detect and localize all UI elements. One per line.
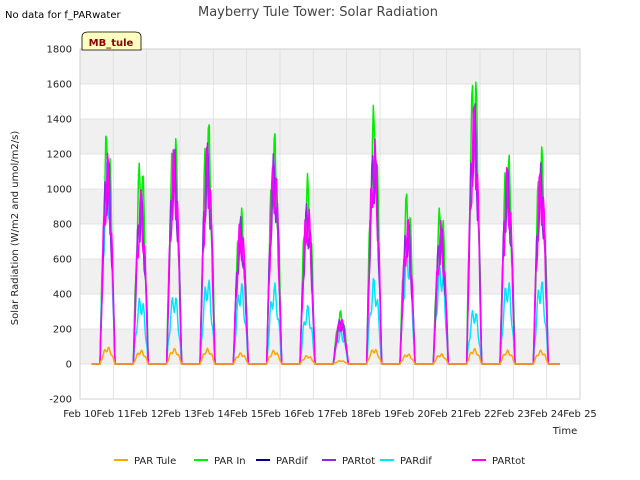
x-tick-label: Feb 12 (130, 409, 164, 420)
chart-title: Mayberry Tule Tower: Solar Radiation (198, 5, 438, 20)
legend: PAR Tule PAR In PARdif PARtot PARdif PARtot (114, 456, 525, 467)
x-tick-label: Feb 19 (363, 409, 397, 420)
legend-item: PARtot (322, 456, 375, 467)
x-tick-label: Feb 21 (430, 409, 464, 420)
y-tick-label: 1600 (47, 80, 72, 91)
x-tick-label: Feb 10 (63, 409, 97, 420)
x-tick-label: Feb 25 (563, 409, 597, 420)
legend-label: PAR Tule (134, 456, 176, 467)
site-badge: MB_tule (81, 31, 142, 51)
legend-item: PARdif (380, 456, 432, 467)
x-axis-label: Time (552, 426, 577, 437)
background-band (80, 49, 580, 84)
x-tick-label: Feb 15 (230, 409, 264, 420)
background-band (80, 119, 580, 154)
solar-radiation-chart: No data for f_PARwater Mayberry Tule Tow… (5, 5, 597, 467)
y-tick-label: 1200 (47, 150, 72, 161)
y-tick-label: 1000 (47, 185, 72, 196)
legend-item: PARtot (472, 456, 525, 467)
legend-label: PARtot (342, 456, 375, 467)
x-tick-label: Feb 16 (263, 409, 297, 420)
legend-item: PARdif (256, 456, 308, 467)
y-tick-label: 0 (66, 360, 72, 371)
x-tick-label: Feb 23 (497, 409, 531, 420)
legend-label: PARdif (276, 456, 308, 467)
y-tick-label: 1800 (47, 45, 72, 56)
plot-area: -200 0 200 400 600 800 1000 1200 1400 1600 1800 Feb… (47, 45, 597, 421)
x-tick-label: Feb 17 (297, 409, 331, 420)
y-tick-label: 600 (53, 255, 72, 266)
legend-item: PAR Tule (114, 456, 176, 467)
x-tick-label: Feb 24 (530, 409, 564, 420)
legend-label: PAR In (214, 456, 246, 467)
no-data-note: No data for f_PARwater (5, 10, 121, 21)
y-tick-label: 800 (53, 220, 72, 231)
x-tick-label: Feb 22 (463, 409, 497, 420)
y-tick-label: 1400 (47, 115, 72, 126)
background-band (80, 329, 580, 364)
x-tick-label: Feb 11 (97, 409, 131, 420)
y-tick-label: -200 (49, 395, 72, 406)
legend-label: PARtot (492, 456, 525, 467)
legend-label: PARdif (400, 456, 432, 467)
x-tick-label: Feb 14 (197, 409, 231, 420)
x-tick-label: Feb 20 (397, 409, 431, 420)
site-badge-label: MB_tule (89, 38, 134, 49)
y-axis-label: Solar Radiation (W/m2 and umol/m2/s) (10, 131, 21, 326)
y-tick-label: 200 (53, 325, 72, 336)
x-tick-label: Feb 18 (330, 409, 364, 420)
x-tick-label: Feb 13 (163, 409, 197, 420)
y-tick-label: 400 (53, 290, 72, 301)
legend-item: PAR In (194, 456, 246, 467)
